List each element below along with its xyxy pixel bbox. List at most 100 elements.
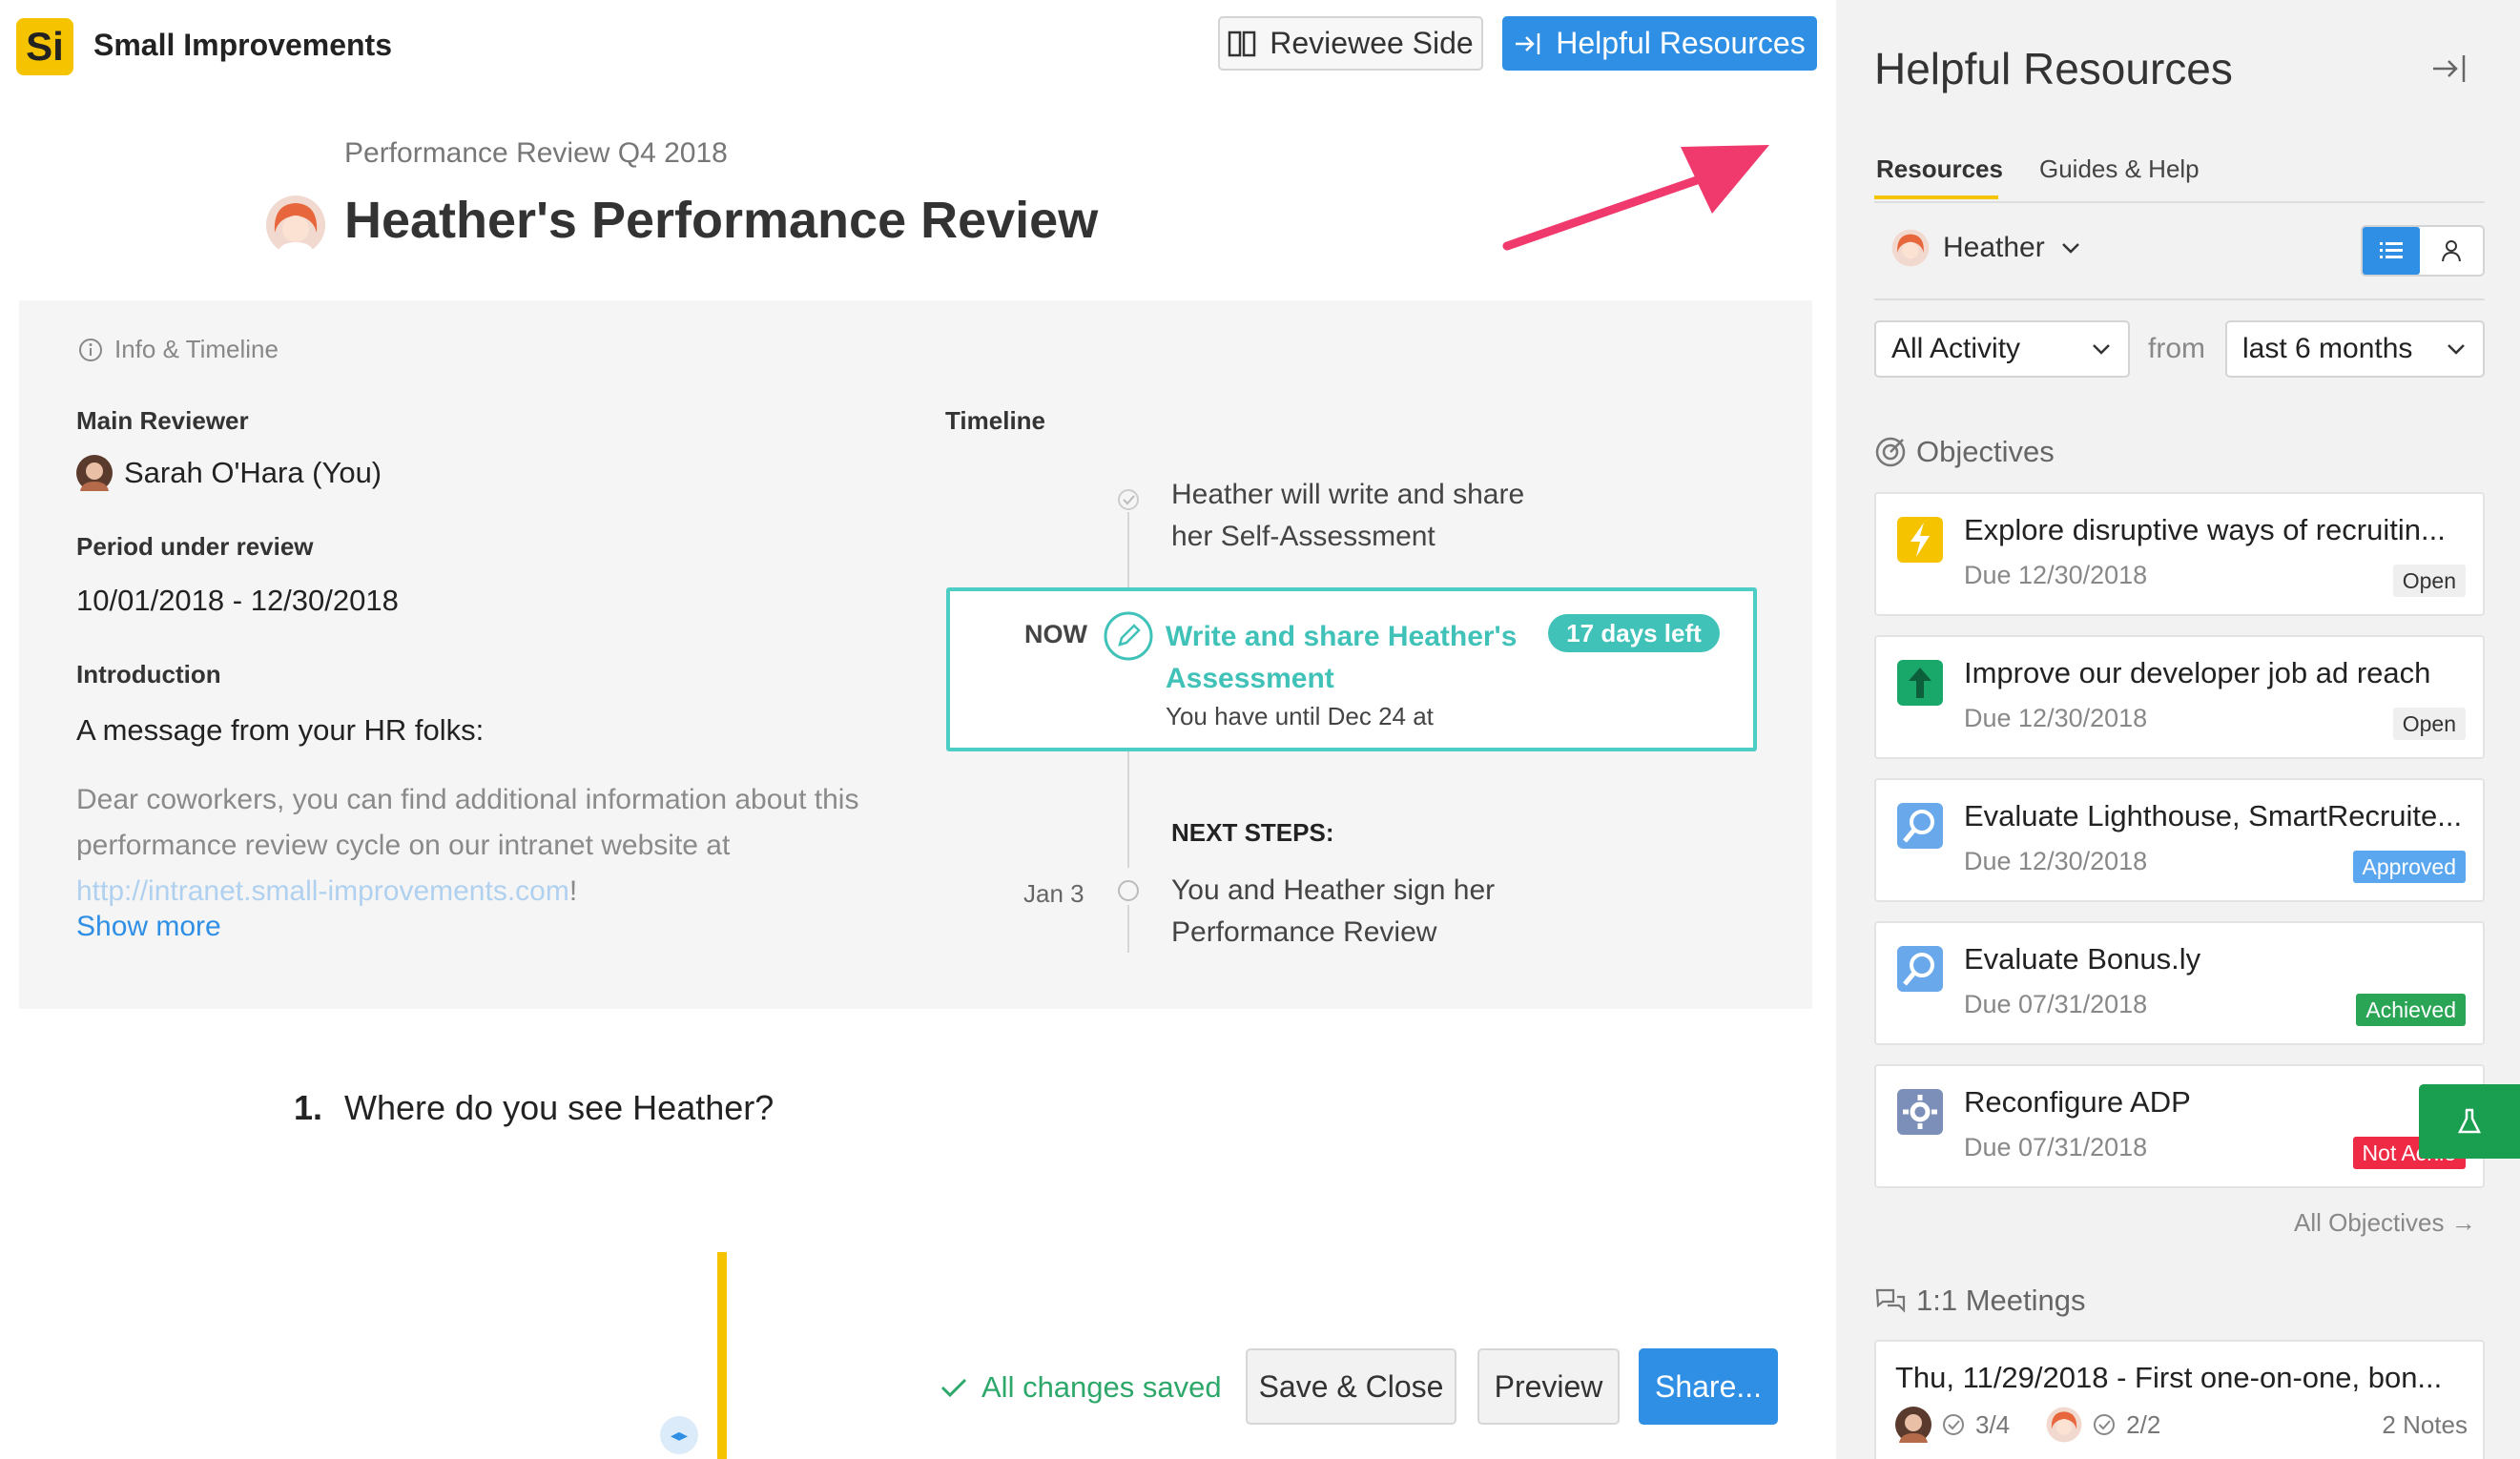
heather-talking-points-count: 2/2: [2126, 1409, 2161, 1439]
person-icon: [2442, 240, 2461, 262]
objective-title: Evaluate Lighthouse, SmartRecruite...: [1964, 799, 2463, 832]
activity-filter-value: All Activity: [1891, 333, 2021, 364]
app-root: Si Small Improvements Reviewee Side Help…: [0, 0, 2520, 1459]
check-circle-icon: [1118, 489, 1139, 510]
objectives-heading: Objectives: [1874, 435, 2055, 469]
flask-icon: [2457, 1108, 2482, 1134]
timeline-connector: [1127, 512, 1129, 587]
panel-open-icon: [1516, 32, 1540, 54]
person-view-button[interactable]: [2420, 227, 2483, 275]
introduction-label: Introduction: [76, 660, 221, 688]
checkmark-icon: [940, 1378, 967, 1398]
step-circle-icon: [1118, 880, 1139, 901]
objective-card[interactable]: Reconfigure ADP Due 07/31/2018 Not Achie: [1874, 1064, 2485, 1188]
collapse-sidebar-icon[interactable]: [2429, 48, 2471, 90]
chevron-down-icon: [2448, 344, 2465, 355]
all-objectives-link[interactable]: All Objectives →: [2294, 1208, 2476, 1238]
list-icon: [2380, 242, 2403, 258]
question-text: Where do you see Heather?: [344, 1088, 775, 1127]
activity-filter-select[interactable]: All Activity: [1874, 320, 2130, 378]
objective-title: Explore disruptive ways of recruitin...: [1964, 513, 2446, 546]
timeline-connector: [1127, 905, 1129, 953]
slider-handle-icon[interactable]: ◂▸: [660, 1416, 698, 1454]
meeting-summary: 3/4 2/2 2 Notes: [1895, 1407, 2468, 1443]
status-badge: Open: [2392, 708, 2466, 740]
beta-feedback-button[interactable]: [2419, 1084, 2520, 1159]
active-tab-indicator: [1874, 195, 1998, 199]
page-title: Heather's Performance Review: [344, 192, 1099, 249]
helpful-resources-button[interactable]: Helpful Resources: [1502, 16, 1817, 71]
meeting-card[interactable]: Thu, 11/29/2018 - First one-on-one, bon.…: [1874, 1340, 2485, 1459]
app-name[interactable]: Small Improvements: [93, 28, 392, 63]
main-reviewer: Sarah O'Hara (You): [76, 455, 382, 491]
next-steps-label: NEXT STEPS:: [1171, 818, 1334, 847]
tab-divider: [1874, 201, 2485, 203]
days-left-badge: 17 days left: [1548, 614, 1720, 652]
filter-divider: [1874, 298, 2485, 300]
tab-guides-help[interactable]: Guides & Help: [2039, 154, 2200, 184]
reviewee-side-label: Reviewee Side: [1270, 26, 1474, 60]
objective-card[interactable]: Evaluate Bonus.ly Due 07/31/2018 Achieve…: [1874, 921, 2485, 1045]
time-range-select[interactable]: last 6 months: [2225, 320, 2485, 378]
view-toggle: [2361, 225, 2485, 277]
pencil-icon: [1104, 611, 1153, 661]
magnifier-icon: [1897, 946, 1943, 992]
timeline-current-step[interactable]: NOW Write and share Heather's Assessment…: [946, 587, 1757, 751]
heather-avatar: [1891, 229, 1930, 267]
timeline-step-self-assessment: Heather will write and share her Self-As…: [1171, 479, 1525, 552]
annotation-arrow-icon: [1502, 145, 1769, 251]
now-step-title[interactable]: Write and share Heather's Assessment: [1166, 616, 1528, 700]
tab-resources[interactable]: Resources: [1876, 154, 2003, 184]
save-close-button[interactable]: Save & Close: [1246, 1348, 1456, 1425]
status-badge: Approved: [2352, 851, 2466, 883]
now-label: NOW: [1024, 620, 1087, 648]
notes-count: 2 Notes: [2382, 1409, 2468, 1439]
objective-card[interactable]: Improve our developer job ad reach Due 1…: [1874, 635, 2485, 759]
share-button[interactable]: Share...: [1639, 1348, 1778, 1425]
intranet-link[interactable]: http://intranet.small-improvements.com: [76, 875, 569, 907]
objective-due: Due 12/30/2018: [1964, 561, 2148, 589]
status-badge: Achieved: [2356, 994, 2466, 1026]
preview-button[interactable]: Preview: [1477, 1348, 1620, 1425]
chevron-down-icon: [2061, 243, 2079, 254]
review-cycle-name: Performance Review Q4 2018: [344, 137, 728, 169]
helpful-resources-sidebar: Helpful Resources Resources Guides & Hel…: [1836, 0, 2520, 1459]
info-section-header[interactable]: Info & Timeline: [78, 335, 279, 364]
list-view-button[interactable]: [2363, 227, 2420, 275]
meetings-heading-label: 1:1 Meetings: [1916, 1284, 2086, 1317]
sarah-avatar: [1895, 1407, 1931, 1443]
person-selector[interactable]: Heather: [1891, 229, 2083, 267]
introduction-lead: A message from your HR folks:: [76, 713, 485, 747]
main-reviewer-name: Sarah O'Hara (You): [124, 456, 382, 489]
timeline-label: Timeline: [945, 406, 1046, 435]
check-circle-icon: [1943, 1414, 1964, 1435]
gear-icon: [1897, 1089, 1943, 1135]
save-status-text: All changes saved: [981, 1370, 1222, 1404]
objectives-heading-label: Objectives: [1916, 435, 2055, 468]
introduction-body-tail: !: [568, 875, 578, 907]
lightning-icon: [1897, 517, 1943, 563]
objective-title: Improve our developer job ad reach: [1964, 656, 2431, 689]
app-logo[interactable]: Si: [16, 18, 73, 75]
chat-bubbles-icon: [1875, 1288, 1906, 1313]
sarah-talking-points-count: 3/4: [1975, 1409, 2011, 1439]
reviewee-side-button[interactable]: Reviewee Side: [1218, 16, 1483, 71]
objective-card[interactable]: Explore disruptive ways of recruitin... …: [1874, 492, 2485, 616]
sarah-avatar: [76, 455, 113, 491]
show-more-link[interactable]: Show more: [76, 911, 221, 943]
time-range-value: last 6 months: [2242, 333, 2413, 364]
magnifier-icon: [1897, 803, 1943, 849]
objective-card[interactable]: Evaluate Lighthouse, SmartRecruite... Du…: [1874, 778, 2485, 902]
objective-due: Due 07/31/2018: [1964, 1133, 2148, 1161]
timeline-connector: [1127, 751, 1129, 868]
status-badge: Open: [2392, 565, 2466, 597]
arrow-up-icon: [1897, 660, 1943, 706]
introduction-body-text: Dear coworkers, you can find additional …: [76, 784, 859, 861]
columns-icon: [1229, 31, 1256, 56]
save-status: All changes saved: [940, 1370, 1222, 1405]
objective-title: Reconfigure ADP: [1964, 1085, 2191, 1119]
helpful-resources-label: Helpful Resources: [1556, 26, 1806, 60]
rating-slider-track[interactable]: [717, 1252, 727, 1459]
from-label: from: [2148, 333, 2205, 364]
question-number: 1.: [294, 1088, 323, 1127]
